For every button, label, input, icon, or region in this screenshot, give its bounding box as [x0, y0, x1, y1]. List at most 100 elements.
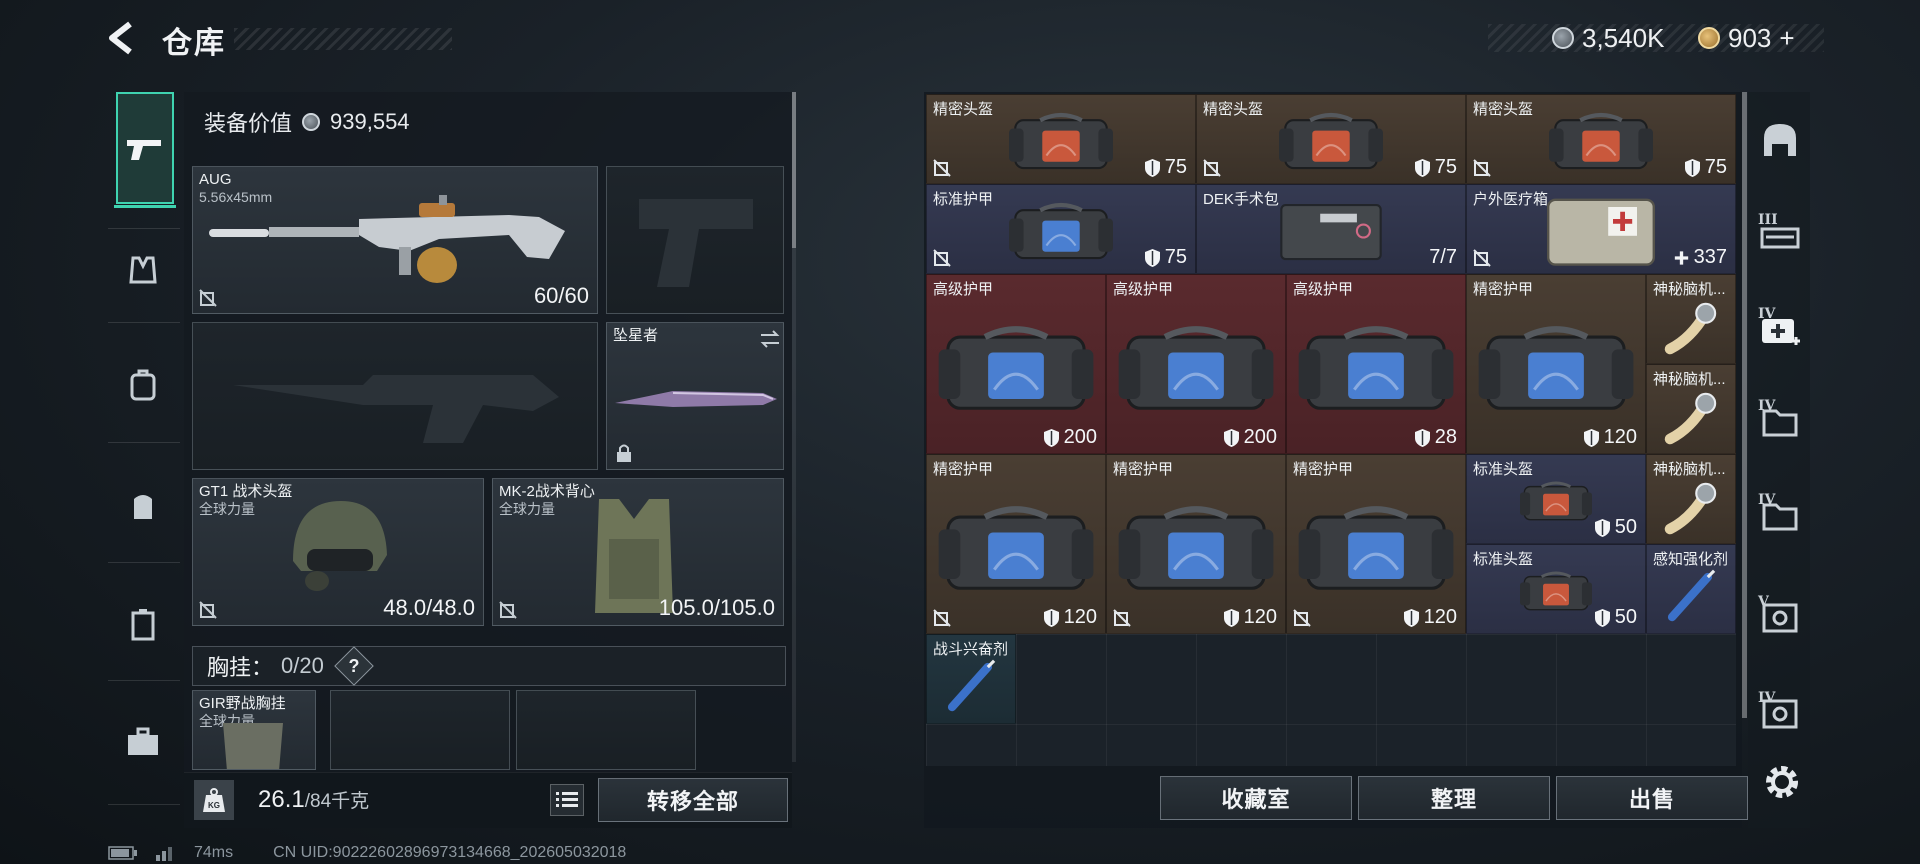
helmet-slot[interactable]: GT1 战术头盔 全球力量 48.0/48.0 — [192, 478, 484, 626]
sort-button[interactable]: 整理 — [1358, 776, 1550, 820]
settings-gear-icon[interactable] — [1760, 760, 1804, 804]
stash-item[interactable]: DEK手术包 7/7 — [1196, 184, 1466, 274]
stash-tab[interactable] — [1752, 108, 1808, 172]
stash-item[interactable]: 标准头盔 50 — [1466, 454, 1646, 544]
no-bind-icon — [1473, 159, 1491, 177]
help-button[interactable]: ? — [334, 646, 374, 686]
tab-armor[interactable] — [114, 350, 172, 422]
stash-tab[interactable]: IV — [1752, 390, 1808, 454]
no-bind-icon — [1473, 249, 1491, 267]
no-bind-icon — [499, 601, 517, 619]
item-name: 精密护甲 — [933, 461, 994, 478]
stash-item[interactable]: 高级护甲 200 — [926, 274, 1106, 454]
vest-slot[interactable]: MK-2战术背心 全球力量 105.0/105.0 — [492, 478, 784, 626]
stash-item[interactable]: 精密护甲 120 — [1286, 454, 1466, 634]
stash-item[interactable]: 标准头盔 50 — [1466, 544, 1646, 634]
title-decoration — [234, 28, 452, 50]
tab-tier: IV — [1758, 492, 1776, 508]
tab-weapons[interactable] — [114, 92, 176, 208]
back-arrow-icon[interactable] — [104, 20, 140, 56]
stash-item[interactable]: 高级护甲 200 — [1106, 274, 1286, 454]
item-name: 高级护甲 — [1113, 281, 1174, 298]
swap-icon[interactable] — [759, 329, 781, 349]
stash-item[interactable]: 战斗兴奋剂 — [926, 634, 1016, 724]
collection-button[interactable]: 收藏室 — [1160, 776, 1352, 820]
rig-empty-slot[interactable] — [330, 690, 510, 770]
knife-icon — [615, 391, 777, 407]
stash-tab[interactable]: IV — [1752, 682, 1808, 746]
helmet-image — [293, 501, 387, 591]
rig-item-name: GIR野战胸挂 — [199, 695, 286, 712]
stash-tab[interactable]: IV — [1752, 484, 1808, 548]
page-title: 仓库 — [162, 27, 226, 60]
tab-vest[interactable] — [114, 234, 172, 306]
stash-item[interactable]: 标准护甲 75 — [926, 184, 1196, 274]
tab-rig[interactable] — [114, 588, 172, 660]
item-value: 120 — [1043, 606, 1097, 629]
stash-item[interactable]: 精密头盔 75 — [926, 94, 1196, 184]
stash-item[interactable]: 精密护甲 120 — [926, 454, 1106, 634]
gold-currency[interactable]: 903 + — [1698, 22, 1795, 54]
weapon-ammo: 60/60 — [533, 283, 589, 308]
item-name: 神秘脑机... — [1653, 461, 1726, 478]
chest-rig-count: 0/20 — [281, 653, 324, 678]
helmet-icon — [1764, 124, 1796, 156]
rig-image — [223, 723, 283, 769]
vest-durability: 105.0/105.0 — [658, 595, 775, 620]
stash-item[interactable]: 高级护甲 28 — [1286, 274, 1466, 454]
tab-backpack[interactable] — [114, 470, 172, 542]
item-name: 精密护甲 — [1113, 461, 1174, 478]
secondary-primary-slot[interactable] — [192, 322, 598, 470]
shield-icon — [1414, 158, 1430, 177]
item-value: 75 — [1144, 156, 1187, 179]
stash-item[interactable]: 精密护甲 120 — [1466, 274, 1646, 454]
stash-item[interactable]: 户外医疗箱 337 — [1466, 184, 1736, 274]
gold-add-icon[interactable]: + — [1779, 23, 1794, 54]
stash-item[interactable]: 神秘脑机... — [1646, 274, 1736, 364]
tab-case[interactable] — [114, 706, 172, 778]
armor-icon — [130, 369, 156, 401]
sell-button[interactable]: 出售 — [1556, 776, 1748, 820]
equipment-value-amount: 939,554 — [330, 109, 410, 134]
battery-icon — [108, 846, 137, 860]
item-name: 精密头盔 — [1473, 101, 1534, 118]
item-value: 75 — [1684, 156, 1727, 179]
rig-empty-slot[interactable] — [516, 690, 696, 770]
stash-tab[interactable]: IV — [1752, 298, 1808, 362]
no-bind-icon — [199, 601, 217, 619]
item-value: 120 — [1583, 426, 1637, 449]
melee-slot[interactable]: 坠星者 — [606, 322, 784, 470]
item-value: 200 — [1223, 426, 1277, 449]
stash-scrollbar[interactable] — [1742, 92, 1747, 718]
carry-weight: 26.1/84千克 — [258, 786, 369, 814]
item-value: 7/7 — [1429, 246, 1457, 268]
plus-icon — [1674, 250, 1688, 265]
shield-icon — [1144, 158, 1160, 177]
equipment-scroll-thumb[interactable] — [792, 92, 796, 248]
stash-item[interactable]: 感知强化剂 — [1646, 544, 1736, 634]
stash-tab[interactable]: V — [1752, 586, 1808, 650]
stash-item[interactable]: 精密头盔 75 — [1466, 94, 1736, 184]
rig-item-slot[interactable]: GIR野战胸挂 全球力量 — [192, 690, 316, 770]
weight-current: 26.1 — [258, 786, 305, 813]
stash-item[interactable]: 精密头盔 75 — [1196, 94, 1466, 184]
item-name: 战斗兴奋剂 — [933, 641, 1009, 658]
item-name: 精密护甲 — [1293, 461, 1354, 478]
stash-item[interactable]: 神秘脑机... — [1646, 454, 1736, 544]
backpack-icon — [134, 495, 152, 519]
stash-item[interactable]: 神秘脑机... — [1646, 364, 1736, 454]
secondary-weapon-slot[interactable] — [606, 166, 784, 314]
list-view-button[interactable] — [550, 784, 584, 816]
no-bind-icon — [1113, 609, 1131, 627]
shield-icon — [1414, 428, 1430, 447]
item-value: 120 — [1223, 606, 1277, 629]
weapon-name: AUG — [199, 171, 232, 188]
primary-weapon-slot[interactable]: AUG 5.56x45mm 60/60 — [192, 166, 598, 314]
item-name: 高级护甲 — [933, 281, 994, 298]
shield-icon — [1043, 428, 1059, 447]
shield-icon — [1043, 608, 1059, 627]
stash-tab[interactable]: III — [1752, 204, 1808, 268]
stash-item[interactable]: 精密护甲 120 — [1106, 454, 1286, 634]
helmet-durability: 48.0/48.0 — [383, 595, 475, 620]
transfer-all-button[interactable]: 转移全部 — [598, 778, 788, 822]
